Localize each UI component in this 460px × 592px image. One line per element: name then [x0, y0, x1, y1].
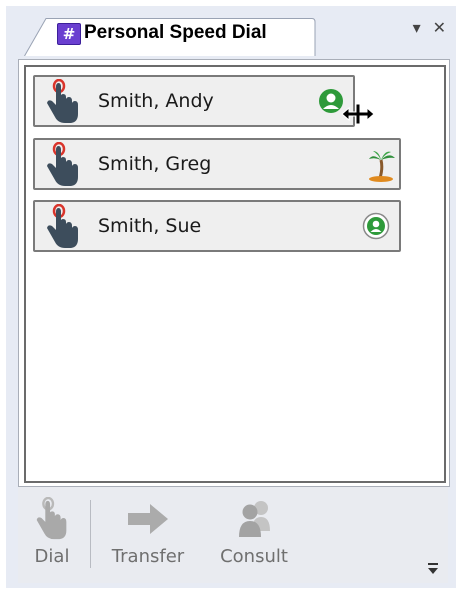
- contact-name: Smith, Greg: [98, 153, 212, 175]
- presence-available-outline-icon: [362, 212, 390, 240]
- dial-hand-icon: [47, 79, 78, 123]
- panel-menu-dropdown-icon[interactable]: ▾: [413, 18, 421, 38]
- dial-hand-icon: [47, 142, 78, 186]
- consult-button[interactable]: Consult: [208, 497, 300, 568]
- transfer-button[interactable]: Transfer: [100, 497, 196, 568]
- dial-hand-icon: [47, 204, 78, 248]
- dial-label: Dial: [34, 546, 70, 567]
- vacation-palm-icon: [369, 151, 395, 182]
- transfer-label: Transfer: [111, 546, 185, 567]
- speed-dial-hash-icon: #: [57, 23, 81, 45]
- tab-title: Personal Speed Dial: [84, 22, 267, 43]
- resize-move-cursor-icon: [341, 103, 375, 125]
- speed-dial-item[interactable]: Smith, Andy: [33, 75, 355, 127]
- dial-hand-icon: [36, 496, 67, 540]
- speed-dial-item[interactable]: Smith, Greg: [33, 138, 401, 190]
- tab-personal-speed-dial[interactable]: # Personal Speed Dial: [24, 17, 316, 56]
- toolbar-overflow-icon[interactable]: [426, 560, 440, 576]
- panel-close-icon[interactable]: ✕: [433, 18, 446, 38]
- contact-name: Smith, Andy: [98, 90, 214, 112]
- panel-controls: ▾ ✕: [413, 16, 446, 40]
- contact-name: Smith, Sue: [98, 215, 202, 237]
- toolbar-separator: [90, 500, 91, 568]
- consult-label: Consult: [220, 546, 288, 567]
- speed-dial-list: [24, 65, 446, 483]
- consult-people-icon: [239, 501, 270, 537]
- speed-dial-item[interactable]: Smith, Sue: [33, 200, 401, 252]
- transfer-arrow-icon: [128, 504, 168, 534]
- dial-button[interactable]: Dial: [28, 496, 76, 568]
